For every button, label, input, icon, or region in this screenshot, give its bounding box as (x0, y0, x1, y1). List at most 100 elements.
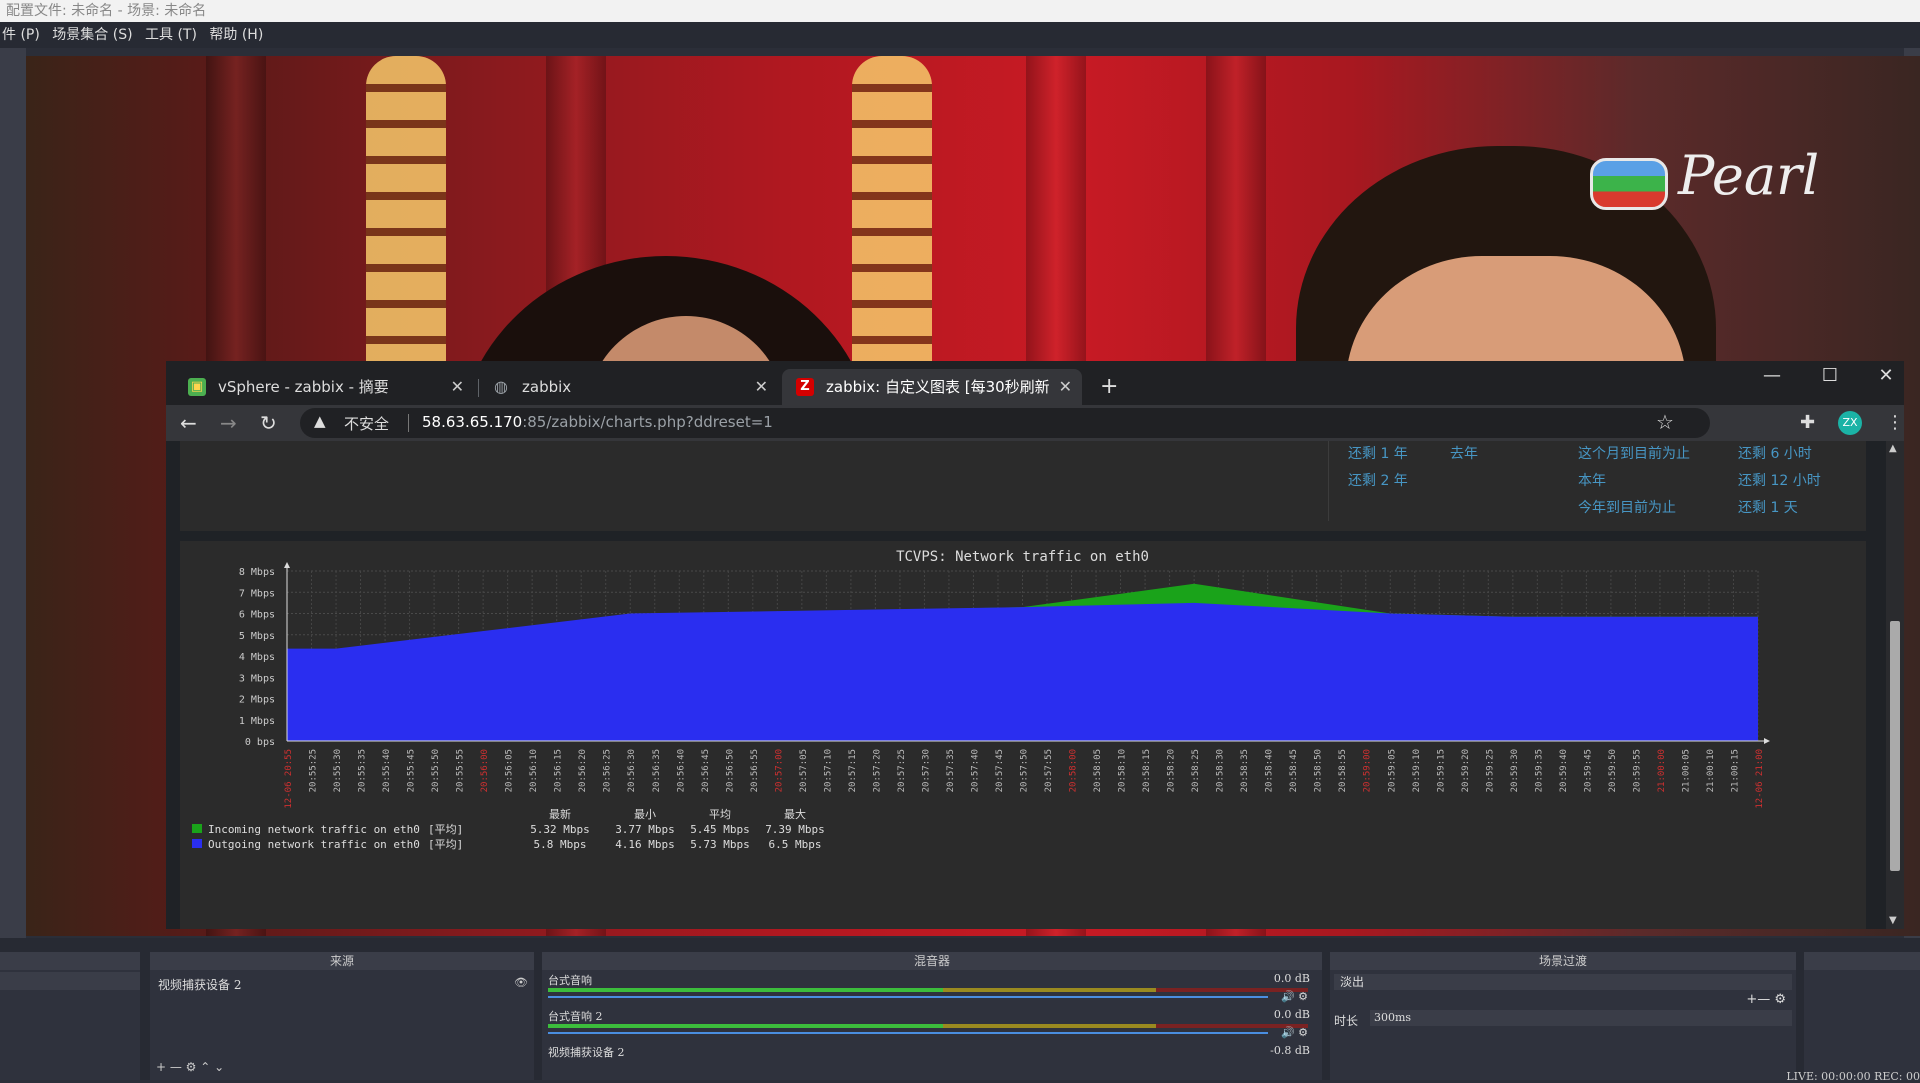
x-tick-label: 20:57:25 (897, 749, 907, 792)
source-controls[interactable]: + — ⚙ ⌃ ⌄ (156, 1060, 224, 1074)
sources-pane: 来源 视频捕获设备 2 👁 + — ⚙ ⌃ ⌄ (150, 952, 534, 1080)
audio-meter (548, 1024, 1308, 1028)
minimize-button[interactable]: — (1752, 365, 1792, 386)
scene-item[interactable] (0, 972, 140, 990)
transition-header: 场景过渡 (1330, 952, 1796, 970)
mute-speaker-icon[interactable]: 🔊 ⚙ (1281, 990, 1308, 1003)
url-host: 58.63.65.170 (422, 413, 523, 431)
url-text[interactable]: 58.63.65.170:85/zabbix/charts.php?ddrese… (422, 413, 773, 431)
filter-link[interactable]: 还剩 1 天 (1738, 497, 1798, 517)
legend-value: 5.45 Mbps (690, 823, 750, 836)
mixer-db-readout: 0.0 dB (1273, 972, 1310, 985)
y-axis-arrow (284, 562, 290, 568)
zabbix-z-icon: Z (796, 378, 814, 396)
profile-avatar[interactable]: ZX (1838, 411, 1862, 435)
x-tick-label: 20:58:40 (1265, 749, 1275, 792)
scroll-down-icon[interactable]: ▼ (1889, 915, 1897, 926)
x-tick-label: 21:00:00 (1657, 749, 1667, 792)
x-tick-label: 20:58:05 (1093, 749, 1103, 792)
legend-header: 最新 (549, 807, 571, 821)
x-axis-arrow (1764, 738, 1770, 744)
mute-speaker-icon[interactable]: 🔊 ⚙ (1281, 1026, 1308, 1039)
menu-scene-collection[interactable]: 场景集合 (S) (50, 27, 138, 43)
x-tick-label: 20:57:55 (1044, 749, 1054, 792)
extensions-puzzle-icon[interactable]: ✚ (1800, 412, 1815, 433)
x-tick-label: 20:59:05 (1387, 749, 1397, 792)
filter-link[interactable]: 这个月到目前为止 (1578, 443, 1690, 463)
warning-icon[interactable]: ▲ (314, 412, 326, 430)
vsphere-icon: ▣ (188, 378, 206, 396)
bookmark-star-icon[interactable]: ☆ (1656, 410, 1674, 434)
legend-header: 最大 (784, 807, 806, 821)
legend-header: 平均 (709, 808, 731, 821)
page-content: 还剩 1 年 去年 这个月到目前为止 还剩 6 小时 还剩 2 年 本年 还剩 … (166, 441, 1886, 929)
x-tick-label: 12-06 20:55 (284, 749, 294, 809)
filter-link[interactable]: 去年 (1450, 443, 1478, 463)
filter-link[interactable]: 还剩 12 小时 (1738, 470, 1821, 490)
x-tick-label: 20:58:55 (1338, 749, 1348, 792)
address-bar[interactable]: ▲ 不安全 58.63.65.170:85/zabbix/charts.php?… (300, 408, 1710, 438)
close-icon[interactable]: ✕ (755, 369, 768, 405)
menu-tools[interactable]: 工具 (T) (143, 27, 203, 43)
x-tick-label: 20:55:50 (431, 749, 441, 792)
url-path: :85/zabbix/charts.php?ddreset=1 (522, 413, 773, 431)
menu-help[interactable]: 帮助 (H) (207, 27, 269, 43)
mixer-db-readout: 0.0 dB (1273, 1008, 1310, 1021)
x-tick-label: 20:57:35 (946, 749, 956, 792)
obs-dock: 来源 视频捕获设备 2 👁 + — ⚙ ⌃ ⌄ 混音器 台式音响 0.0 dB … (0, 938, 1920, 1080)
source-item[interactable]: 视频捕获设备 2 (158, 976, 241, 993)
security-label[interactable]: 不安全 (344, 413, 389, 434)
filter-link[interactable]: 今年到目前为止 (1578, 497, 1676, 517)
visibility-eye-icon[interactable]: 👁 (514, 976, 528, 989)
x-tick-label: 20:58:25 (1191, 749, 1201, 792)
x-tick-label: 20:59:55 (1632, 749, 1642, 792)
reload-button[interactable]: ↻ (260, 411, 277, 435)
tab-zabbix-charts[interactable]: Z zabbix: 自定义图表 [每30秒刷新 ✕ (782, 369, 1082, 405)
x-tick-label: 20:58:35 (1240, 749, 1250, 792)
x-tick-label: 20:56:30 (627, 749, 637, 792)
y-tick-label: 1 Mbps (239, 716, 275, 727)
close-icon[interactable]: ✕ (451, 369, 464, 405)
new-tab-button[interactable]: + (1100, 373, 1118, 401)
x-tick-label: 20:57:30 (921, 749, 931, 792)
filter-link[interactable]: 还剩 6 小时 (1738, 443, 1812, 463)
duration-input[interactable]: 300ms (1370, 1010, 1792, 1026)
back-button[interactable]: ← (180, 411, 197, 435)
legend-header: 最小 (634, 808, 656, 821)
tab-vsphere[interactable]: ▣ vSphere - zabbix - 摘要 ✕ (174, 369, 474, 405)
x-tick-label: 20:57:20 (872, 749, 882, 792)
x-tick-label: 20:56:35 (652, 749, 662, 792)
x-tick-label: 20:59:50 (1608, 749, 1618, 792)
x-tick-label: 20:59:00 (1363, 749, 1373, 792)
x-tick-label: 20:57:05 (799, 749, 809, 792)
filter-link[interactable]: 还剩 2 年 (1348, 470, 1408, 490)
page-scrollbar[interactable]: ▲ ▼ (1886, 441, 1904, 929)
x-tick-label: 20:56:20 (578, 749, 588, 792)
filter-link[interactable]: 本年 (1578, 470, 1606, 490)
volume-fader[interactable] (548, 1032, 1268, 1034)
duration-label: 时长 (1334, 1014, 1359, 1028)
close-window-button[interactable]: ✕ (1866, 365, 1906, 386)
x-tick-label: 20:56:00 (480, 749, 490, 792)
transition-add-remove[interactable]: +— ⚙ (1746, 992, 1786, 1007)
x-tick-label: 20:55:35 (358, 749, 368, 792)
maximize-button[interactable]: ☐ (1810, 365, 1850, 386)
x-tick-label: 20:56:05 (505, 749, 515, 792)
x-tick-label: 20:56:25 (603, 749, 613, 792)
x-tick-label: 20:59:30 (1510, 749, 1520, 792)
scroll-thumb[interactable] (1890, 621, 1900, 871)
y-tick-label: 8 Mbps (239, 567, 275, 578)
network-traffic-chart: TCVPS: Network traffic on eth0 8 Mbps 7 Mb… (192, 549, 1770, 851)
menu-profile[interactable]: 件 (P) (0, 27, 46, 43)
forward-button[interactable]: → (220, 411, 237, 435)
legend-func: [平均] (428, 838, 463, 851)
volume-fader[interactable] (548, 996, 1268, 998)
close-icon[interactable]: ✕ (1059, 369, 1072, 405)
transition-select[interactable]: 淡出 (1334, 974, 1792, 990)
browser-menu-icon[interactable]: ⋮ (1886, 412, 1904, 433)
controls-header (1804, 952, 1920, 970)
y-tick-label: 4 Mbps (239, 652, 275, 663)
scroll-up-icon[interactable]: ▲ (1889, 443, 1897, 454)
tab-zabbix[interactable]: ◍ zabbix ✕ (478, 369, 778, 405)
filter-link[interactable]: 还剩 1 年 (1348, 443, 1408, 463)
